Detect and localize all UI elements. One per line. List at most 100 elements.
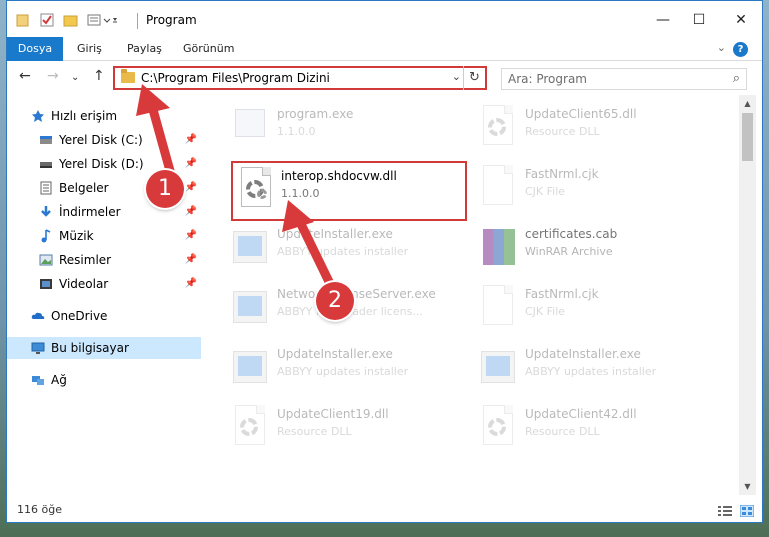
computer-icon: [31, 342, 45, 354]
expand-ribbon-icon[interactable]: ⌄: [717, 41, 726, 54]
file-name: UpdateClient42.dll: [525, 407, 637, 421]
star-icon: [32, 110, 44, 122]
properties-check-icon[interactable]: [39, 11, 55, 29]
drive-icon: [40, 136, 52, 144]
tab-gorunum[interactable]: Görünüm: [183, 37, 234, 61]
file-tile[interactable]: certificates.cab WinRAR Archive: [479, 221, 729, 279]
music-icon: [41, 229, 51, 243]
nav-label: Müzik: [59, 229, 94, 243]
forward-arrow-icon[interactable]: →: [47, 68, 59, 84]
customize-qa-icon[interactable]: [87, 11, 117, 29]
quick-access-folder-icon[interactable]: [15, 11, 31, 29]
minimize-button[interactable]: —: [648, 9, 678, 31]
file-list: program.exe 1.1.0.0 UpdateClient65.dll R…: [207, 95, 739, 495]
file-tile[interactable]: FastNrml.cjk CJK File: [479, 281, 729, 339]
pin-icon[interactable]: 📌: [185, 177, 197, 199]
tab-giris[interactable]: Giriş: [77, 37, 102, 61]
nav-label: Yerel Disk (D:): [59, 157, 144, 171]
pin-icon[interactable]: 📌: [185, 129, 197, 151]
nav-item-network[interactable]: Ağ: [7, 369, 201, 391]
file-detail: CJK File: [525, 305, 566, 318]
pin-icon[interactable]: 📌: [185, 249, 197, 271]
videos-icon: [40, 279, 52, 289]
nav-item-music[interactable]: Müzik 📌: [7, 225, 201, 247]
nav-item-this-pc[interactable]: Bu bilgisayar: [7, 337, 201, 359]
address-path: C:\Program Files\Program Dizini: [141, 71, 330, 85]
search-placeholder: Ara: Program: [508, 72, 587, 86]
file-name: UpdateInstaller.exe: [277, 347, 393, 361]
exe-icon: [231, 105, 269, 149]
up-arrow-icon[interactable]: ↑: [93, 68, 105, 84]
pin-icon[interactable]: 📌: [185, 225, 197, 247]
address-bar[interactable]: C:\Program Files\Program Dizini ⌄ ↻: [113, 66, 487, 90]
file-tile[interactable]: FastNrml.cjk CJK File: [479, 161, 729, 219]
maximize-button[interactable]: ☐: [684, 9, 714, 31]
file-tile[interactable]: UpdateInstaller.exe ABBYY updates instal…: [231, 221, 481, 279]
file-name: program.exe: [277, 107, 354, 121]
file-tile[interactable]: UpdateClient19.dll Resource DLL: [231, 401, 481, 459]
pin-icon[interactable]: 📌: [185, 153, 197, 175]
file-tile[interactable]: UpdateInstaller.exe ABBYY updates instal…: [231, 341, 481, 399]
vertical-scrollbar[interactable]: ▲ ▼: [739, 95, 756, 495]
file-detail: Resource DLL: [277, 425, 352, 438]
nav-label: Belgeler: [59, 181, 109, 195]
scroll-down-icon[interactable]: ▼: [739, 482, 756, 491]
file-detail: Resource DLL: [525, 125, 600, 138]
pin-icon[interactable]: 📌: [185, 273, 197, 295]
file-detail: WinRAR Archive: [525, 245, 613, 258]
nav-item-videos[interactable]: Videolar 📌: [7, 273, 201, 295]
back-arrow-icon[interactable]: ←: [19, 68, 31, 84]
file-tile[interactable]: UpdateClient65.dll Resource DLL: [479, 101, 729, 159]
installer-icon: [231, 345, 269, 389]
nav-label: Ağ: [51, 373, 67, 387]
search-input[interactable]: Ara: Program ⌕: [501, 68, 747, 90]
winrar-icon: [479, 225, 517, 269]
help-icon[interactable]: ?: [733, 42, 748, 57]
file-tile-interop-shdocvw[interactable]: interop.shdocvw.dll 1.1.0.0: [231, 161, 467, 221]
file-detail: ABBYY updates installer: [525, 365, 657, 378]
installer-icon: [231, 225, 269, 269]
file-tile[interactable]: UpdateInstaller.exe ABBYY updates instal…: [479, 341, 729, 399]
scroll-thumb[interactable]: [742, 113, 753, 161]
file-tile[interactable]: NetworkLicenseServer.exe ABBYY FineReade…: [231, 281, 481, 339]
file-name: UpdateInstaller.exe: [525, 347, 641, 361]
file-name: UpdateClient19.dll: [277, 407, 389, 421]
file-detail: ABBYY updates installer: [277, 365, 409, 378]
new-folder-icon[interactable]: [63, 11, 79, 29]
nav-item-disk-c[interactable]: Yerel Disk (C:) 📌: [7, 129, 201, 151]
details-view-icon[interactable]: [718, 505, 732, 517]
search-icon[interactable]: ⌕: [733, 71, 740, 86]
file-tile[interactable]: program.exe 1.1.0.0: [231, 101, 481, 159]
refresh-icon[interactable]: ↻: [463, 66, 485, 90]
blank-file-icon: [479, 165, 517, 209]
file-name: NetworkLicenseServer.exe: [277, 287, 436, 301]
file-name: UpdateClient65.dll: [525, 107, 637, 121]
file-detail: Resource DLL: [525, 425, 600, 438]
nav-label: İndirmeler: [59, 205, 121, 219]
window-title: Program: [146, 13, 197, 27]
status-bar: 116 öğe: [7, 499, 762, 522]
dll-icon: [231, 405, 269, 449]
tab-dosya[interactable]: Dosya: [7, 37, 63, 61]
address-dropdown-icon[interactable]: ⌄: [452, 70, 461, 83]
file-name: certificates.cab: [525, 227, 618, 241]
download-icon: [41, 206, 51, 217]
cloud-icon: [31, 312, 45, 319]
tab-paylas[interactable]: Paylaş: [127, 37, 162, 61]
nav-label: Resimler: [59, 253, 112, 267]
file-detail: 1.1.0.0: [281, 187, 320, 200]
nav-item-onedrive[interactable]: OneDrive: [7, 305, 201, 327]
callout-2: 2: [316, 282, 354, 320]
dll-icon: [237, 167, 275, 211]
tiles-view-icon[interactable]: [740, 505, 754, 517]
nav-label: Videolar: [59, 277, 109, 291]
pin-icon[interactable]: 📌: [185, 201, 197, 223]
recent-chevron-icon[interactable]: ⌄: [71, 72, 79, 83]
file-detail: 1.1.0.0: [277, 125, 316, 138]
close-button[interactable]: ✕: [726, 9, 756, 31]
nav-item-quick-access[interactable]: Hızlı erişim: [7, 105, 201, 127]
title-separator: [137, 13, 138, 29]
nav-item-pictures[interactable]: Resimler 📌: [7, 249, 201, 271]
scroll-up-icon[interactable]: ▲: [739, 99, 756, 108]
file-tile[interactable]: UpdateClient42.dll Resource DLL: [479, 401, 729, 459]
